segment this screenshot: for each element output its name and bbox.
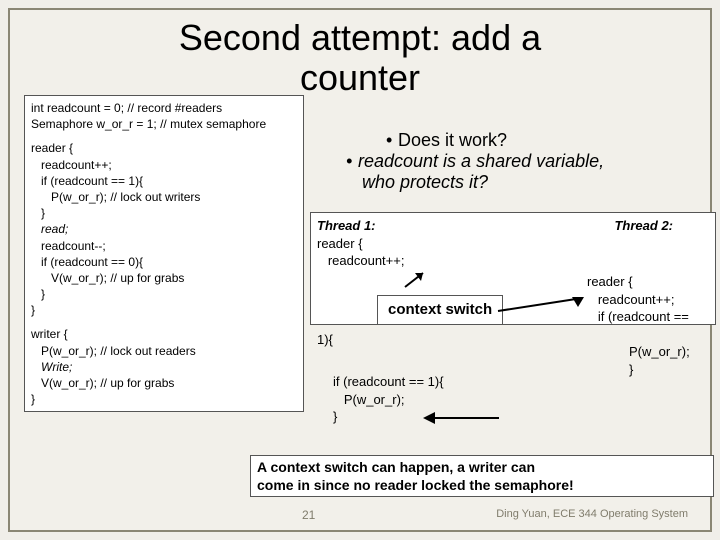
- title-line-1: Second attempt: add a: [179, 17, 541, 58]
- code-line: V(w_or_r); // up for grabs: [31, 375, 297, 391]
- questions-block: Does it work? readcount is a shared vari…: [318, 130, 720, 193]
- slide-frame: Second attempt: add a counter int readco…: [8, 8, 712, 532]
- t1-fragment: 1){: [317, 331, 333, 349]
- code-line: Write;: [31, 359, 297, 375]
- code-line: }: [31, 286, 297, 302]
- code-line: }: [31, 302, 297, 318]
- question-1: Does it work?: [382, 130, 720, 151]
- context-switch-box: context switch: [377, 295, 503, 325]
- code-line: V(w_or_r); // up for grabs: [31, 270, 297, 286]
- code-line: }: [31, 391, 297, 407]
- question-2b: who protects it?: [362, 172, 720, 193]
- t2-line: readcount++;: [587, 291, 689, 309]
- code-line: P(w_or_r); // lock out writers: [31, 189, 297, 205]
- code-line: P(w_or_r); // lock out readers: [31, 343, 297, 359]
- t2-line: P(w_or_r);: [629, 343, 690, 361]
- moral-line-1: A context switch can happen, a writer ca…: [257, 459, 707, 477]
- thread-2-label: Thread 2:: [614, 217, 673, 235]
- t1-line: P(w_or_r);: [333, 391, 444, 409]
- code-line: readcount--;: [31, 238, 297, 254]
- t1-line: if (readcount == 1){: [333, 373, 444, 391]
- arrow-icon: [496, 297, 586, 325]
- t1-line: reader {: [317, 235, 709, 253]
- code-line: if (readcount == 0){: [31, 254, 297, 270]
- thread-trace-box: Thread 1: Thread 2: reader { readcount++…: [310, 212, 716, 325]
- code-line: read;: [31, 221, 297, 237]
- page-number: 21: [302, 508, 315, 522]
- thread-1-label: Thread 1:: [317, 218, 376, 233]
- moral-box: A context switch can happen, a writer ca…: [250, 455, 714, 497]
- thread-1-cont: if (readcount == 1){ P(w_or_r); }: [333, 373, 444, 426]
- t2-line: }: [629, 361, 690, 379]
- footer-attribution: Ding Yuan, ECE 344 Operating System: [496, 508, 688, 520]
- t1-line: readcount++;: [317, 252, 709, 270]
- code-line: readcount++;: [31, 157, 297, 173]
- code-line: int readcount = 0; // record #readers: [31, 100, 297, 116]
- reader-head: reader {: [31, 140, 297, 156]
- slide-title: Second attempt: add a counter: [10, 10, 710, 97]
- moral-line-2: come in since no reader locked the semap…: [257, 477, 707, 495]
- question-2a: readcount is a shared variable,: [342, 151, 720, 172]
- thread-2-cont: P(w_or_r); }: [629, 343, 690, 378]
- t2-line: reader {: [587, 273, 689, 291]
- code-line: }: [31, 205, 297, 221]
- t2-line: if (readcount ==: [587, 308, 689, 326]
- thread-2-block: reader { readcount++; if (readcount ==: [587, 273, 689, 326]
- writer-head: writer {: [31, 326, 297, 342]
- title-line-2: counter: [300, 57, 420, 98]
- t1-line: }: [333, 408, 444, 426]
- arrow-icon: [401, 267, 429, 291]
- code-line: if (readcount == 1){: [31, 173, 297, 189]
- left-code-box: int readcount = 0; // record #readers Se…: [24, 95, 304, 412]
- code-line: Semaphore w_or_r = 1; // mutex semaphore: [31, 116, 297, 132]
